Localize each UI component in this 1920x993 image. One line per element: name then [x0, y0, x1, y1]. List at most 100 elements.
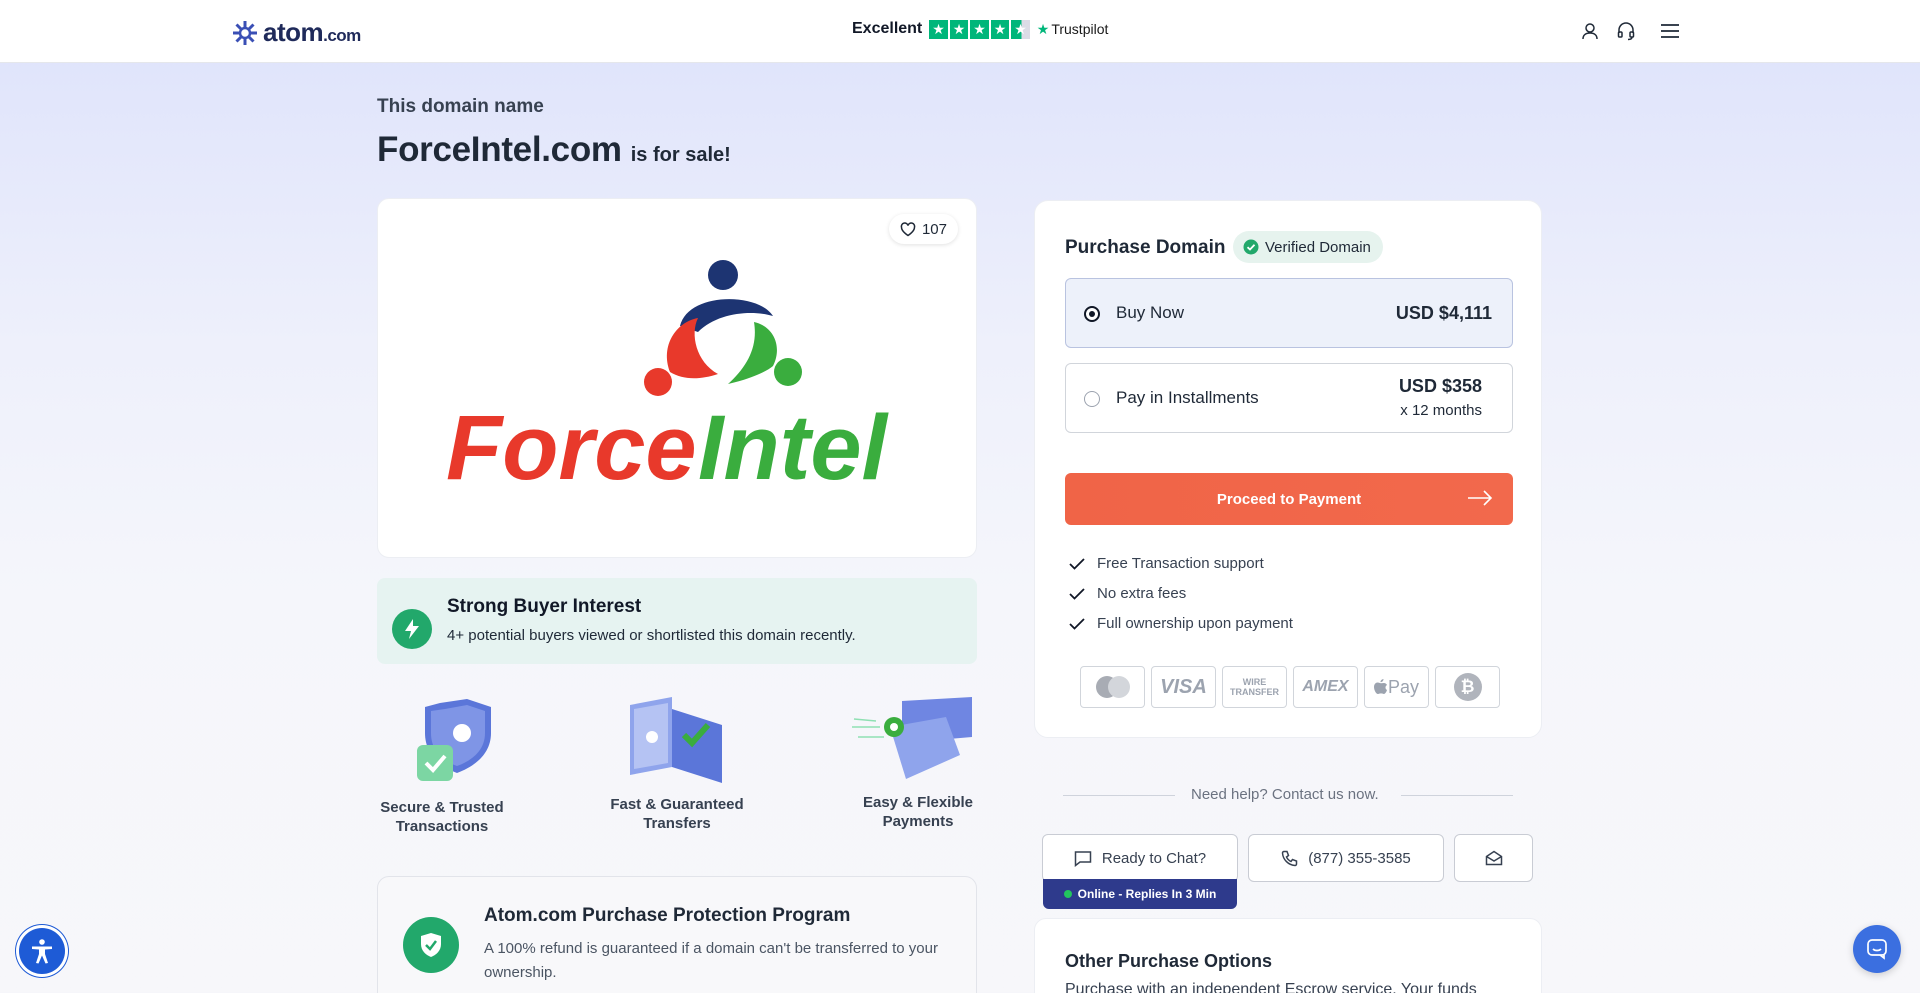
support-chat-launcher[interactable] [1853, 925, 1901, 973]
arrow-right-icon [1468, 490, 1493, 506]
bitcoin-icon: ₿ [1435, 666, 1500, 708]
lightning-icon [392, 609, 432, 649]
page-subtitle: This domain name [377, 96, 544, 117]
accessibility-button[interactable] [19, 928, 65, 974]
star-icon: ★ [929, 20, 948, 39]
verified-label: Verified Domain [1265, 238, 1371, 256]
wire-transfer-icon: WIRE TRANSFER [1222, 666, 1287, 708]
purchase-domain-card: Purchase Domain Verified Domain Buy Now … [1034, 200, 1542, 738]
perk-item: Full ownership upon payment [1069, 615, 1293, 632]
perk-label: No extra fees [1097, 585, 1187, 602]
protection-title: Atom.com Purchase Protection Program [484, 905, 851, 926]
option-installments-price: USD $358 [1398, 376, 1482, 396]
feature-flexible-line1: Easy & Flexible [862, 794, 974, 811]
svg-text:Force: Force [446, 397, 697, 494]
page-title: ForceIntel.com is for sale! [377, 130, 731, 170]
protection-description: A 100% refund is guaranteed if a domain … [484, 940, 938, 981]
option-installments-term: x 12 months [1400, 402, 1482, 419]
forceintel-brand-logo: Force Intel [446, 260, 890, 494]
payment-methods: VISA WIRE TRANSFER AMEX Pay ₿ [1080, 666, 1500, 708]
feature-secure: Secure & Trusted Transactions [372, 798, 512, 836]
check-icon [1069, 617, 1085, 630]
mastercard-icon [1080, 666, 1145, 708]
wire-label: WIRE [1242, 677, 1267, 687]
perk-item: No extra fees [1069, 585, 1186, 602]
perk-item: Free Transaction support [1069, 555, 1264, 572]
trust-label: Excellent [852, 20, 923, 38]
feature-flexible-line2: Payments [882, 813, 954, 830]
menu-icon[interactable] [1660, 21, 1680, 41]
option-buy-now-price: USD $4,111 [1395, 303, 1492, 323]
accessibility-icon [32, 939, 52, 964]
bitcoin-glyph: ₿ [1453, 673, 1482, 701]
option-installments-label: Pay in Installments [1116, 388, 1259, 407]
star-half-icon: ★ [1011, 20, 1030, 39]
other-options-description: Purchase with an independent Escrow serv… [1065, 981, 1477, 993]
other-options-title: Other Purchase Options [1065, 951, 1273, 971]
option-buy-now[interactable]: Buy Now USD $4,111 [1065, 278, 1513, 348]
verified-check-icon [1243, 239, 1259, 255]
phone-button[interactable]: (877) 355-3585 [1248, 834, 1444, 882]
chat-label: Ready to Chat? [1101, 849, 1207, 867]
top-navigation-bar: atom.com Excellent ★ ★ ★ ★ ★ ★ Trustpilot [0, 0, 1920, 63]
trust-brand: Trustpilot [1051, 21, 1109, 38]
online-dot-icon [1063, 890, 1072, 898]
payment-cards-illustration-icon [852, 697, 972, 779]
interest-description: 4+ potential buyers viewed or shortliste… [447, 627, 856, 644]
feature-fast-line1: Fast & Guaranteed [610, 796, 744, 813]
for-sale-label: is for sale! [630, 144, 731, 166]
chat-icon [1074, 850, 1092, 867]
perk-label: Full ownership upon payment [1097, 615, 1293, 632]
divider [1401, 795, 1513, 796]
like-count: 107 [921, 220, 947, 238]
feature-fast: Fast & Guaranteed Transfers [605, 795, 749, 833]
atom-logo-icon [233, 20, 257, 45]
purchase-title: Purchase Domain [1065, 237, 1226, 258]
domain-name: ForceIntel.com [377, 130, 622, 169]
check-icon [1069, 557, 1085, 570]
chat-button[interactable]: Ready to Chat? [1042, 834, 1238, 882]
feature-fast-line2: Transfers [643, 815, 711, 832]
purchase-protection-card: Atom.com Purchase Protection Program A 1… [377, 876, 977, 993]
transfer-label: TRANSFER [1230, 687, 1279, 697]
verified-domain-badge: Verified Domain [1233, 231, 1383, 263]
envelope-icon [1485, 850, 1502, 866]
atom-logo[interactable]: atom.com [231, 17, 361, 48]
proceed-to-payment-button[interactable]: Proceed to Payment [1065, 473, 1513, 525]
heart-icon [900, 221, 916, 236]
perk-label: Free Transaction support [1097, 555, 1264, 572]
phone-icon [1281, 850, 1298, 866]
feature-secure-line1: Secure & Trusted [380, 799, 504, 816]
star-icon: ★ [990, 20, 1010, 39]
logo-suffix: .com [323, 26, 361, 45]
divider [1063, 795, 1175, 796]
logo-text: atom [263, 17, 324, 47]
radio-buy-now[interactable] [1084, 306, 1100, 322]
shield-illustration-icon [417, 699, 491, 781]
phone-number: (877) 355-3585 [1308, 849, 1411, 867]
online-label: Online - Replies In 3 Min [1077, 887, 1217, 901]
radio-installments[interactable] [1084, 391, 1100, 407]
visa-icon: VISA [1151, 666, 1216, 708]
star-icon: ★ [970, 20, 989, 39]
option-installments[interactable]: Pay in Installments USD $358 x 12 months [1065, 363, 1513, 433]
feature-flexible: Easy & Flexible Payments [848, 793, 988, 831]
amex-icon: AMEX [1293, 666, 1358, 708]
trustpilot-rating[interactable]: Excellent ★ ★ ★ ★ ★ ★ Trustpilot [852, 20, 1108, 39]
interest-title: Strong Buyer Interest [447, 596, 642, 617]
proceed-label: Proceed to Payment [1216, 490, 1362, 508]
header-actions [1580, 21, 1680, 41]
like-button[interactable]: 107 [888, 214, 958, 244]
online-status: Online - Replies In 3 Min [1043, 879, 1237, 909]
headset-icon[interactable] [1616, 21, 1636, 41]
shield-check-icon [403, 917, 459, 973]
email-button[interactable] [1454, 834, 1533, 882]
trust-stars: ★ ★ ★ ★ ★ [929, 20, 1030, 39]
apple-pay-icon: Pay [1364, 666, 1429, 708]
option-buy-now-label: Buy Now [1116, 303, 1185, 322]
domain-logo-card: 107 Force Intel [377, 198, 977, 558]
user-icon[interactable] [1580, 21, 1600, 41]
svg-text:Intel: Intel [698, 397, 890, 494]
feature-secure-line2: Transactions [395, 818, 489, 835]
apple-pay-label: Pay [1387, 676, 1420, 697]
